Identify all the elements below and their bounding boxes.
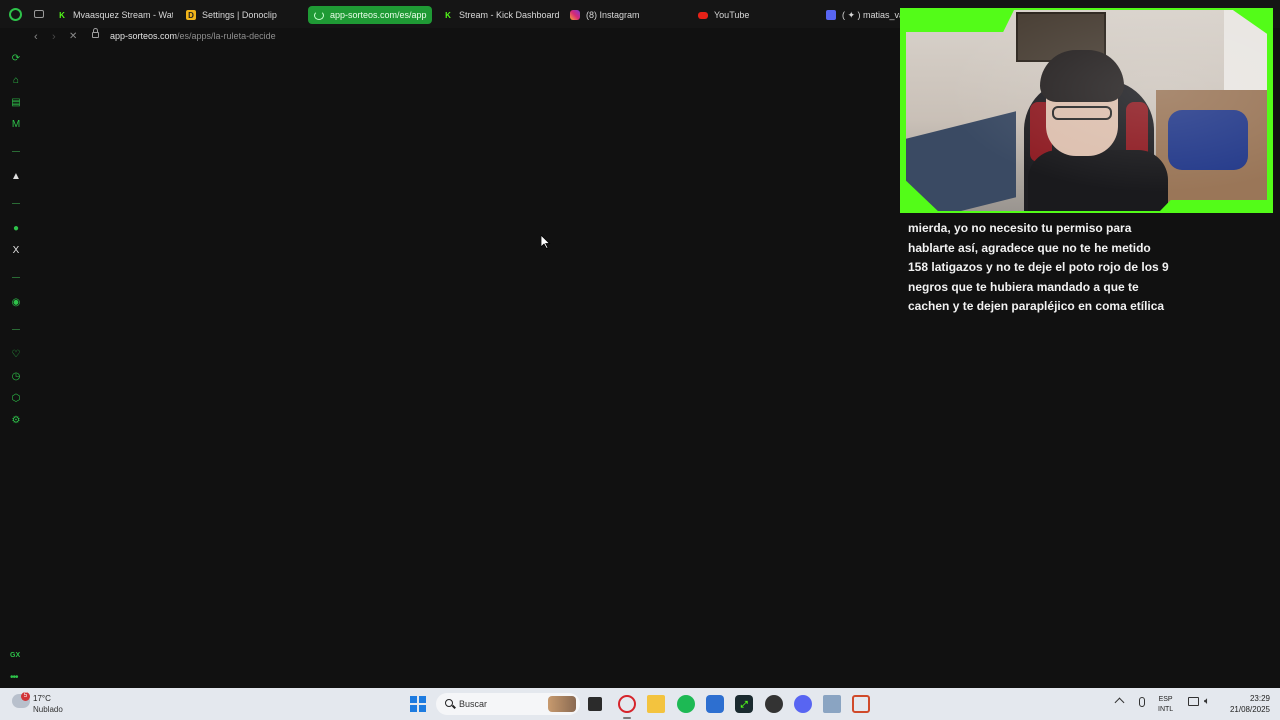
cursor-arrow-icon bbox=[540, 234, 551, 250]
search-icon bbox=[445, 699, 453, 707]
lock-icon[interactable] bbox=[92, 28, 99, 38]
chat-message-overlay: mierda, yo no necesito tu permiso para h… bbox=[908, 221, 1169, 313]
language-code: ESP bbox=[1158, 696, 1173, 703]
opera-gx-icon[interactable] bbox=[618, 695, 636, 713]
sidebar-divider bbox=[12, 329, 20, 330]
kick-icon: K bbox=[59, 10, 65, 20]
address-bar: ‹ › ✕ app-sorteos.com/es/apps/la-ruleta-… bbox=[28, 28, 900, 46]
player-icon[interactable]: ◉ bbox=[9, 295, 23, 309]
tab-matias-vas[interactable]: ( ✦ ) matias_vas bbox=[826, 6, 900, 24]
discord-icon[interactable] bbox=[794, 695, 812, 713]
files-icon[interactable] bbox=[647, 695, 665, 713]
calculator-icon[interactable] bbox=[823, 695, 841, 713]
keyboard-layout: INTL bbox=[1158, 706, 1174, 713]
sidebar: ⟳ ⌂ ▤ M ▲ ● X ◉ ♡ ◷ ⬡ ⚙ bbox=[0, 46, 32, 688]
microphone-icon[interactable] bbox=[1139, 697, 1145, 707]
stop-loading-button[interactable]: ✕ bbox=[69, 31, 77, 42]
tab-label: app-sorteos.com/es/app bbox=[330, 10, 427, 20]
sidebar-divider bbox=[12, 151, 20, 152]
heart-icon[interactable]: ♡ bbox=[9, 347, 23, 361]
refresh-icon[interactable]: ⟳ bbox=[9, 51, 23, 65]
tab-label: Settings | Donoclip bbox=[202, 10, 277, 20]
windows-icon[interactable] bbox=[410, 696, 426, 712]
url-field[interactable]: app-sorteos.com/es/apps/la-ruleta-decide bbox=[110, 31, 276, 41]
search-highlight-image bbox=[548, 696, 576, 712]
clock[interactable]: 23:29 21/08/2025 bbox=[1224, 693, 1270, 715]
tab-youtube[interactable]: YouTube bbox=[698, 6, 818, 24]
more-icon[interactable]: ••• bbox=[10, 672, 18, 683]
page-content bbox=[32, 46, 900, 688]
store-icon[interactable] bbox=[706, 695, 724, 713]
network-icon[interactable] bbox=[1188, 697, 1199, 706]
tab-label: YouTube bbox=[714, 10, 750, 20]
forward-button[interactable]: › bbox=[52, 31, 56, 43]
settings-icon[interactable]: ⚙ bbox=[9, 413, 23, 427]
instagram-icon bbox=[570, 10, 580, 20]
tab-instagram[interactable]: (8) Instagram bbox=[570, 6, 690, 24]
whatsapp-icon[interactable]: ● bbox=[9, 221, 23, 235]
taskbar-search[interactable]: Buscar bbox=[436, 693, 580, 715]
tab-label: Mvaasquez Stream - Wat bbox=[73, 10, 173, 20]
clock-time: 23:29 bbox=[1249, 694, 1270, 703]
flow-icon[interactable]: ⌂ bbox=[9, 73, 23, 87]
tab-label: (8) Instagram bbox=[586, 10, 640, 20]
clock-date: 21/08/2025 bbox=[1229, 705, 1270, 714]
x-icon[interactable]: X bbox=[9, 243, 23, 257]
weather-temperature: 17°C bbox=[33, 694, 51, 703]
snipping-icon[interactable] bbox=[852, 695, 870, 713]
url-host: app-sorteos.com bbox=[110, 31, 178, 41]
twitch-icon[interactable]: ▤ bbox=[9, 95, 23, 109]
spotify-icon[interactable] bbox=[677, 695, 695, 713]
frame-accent bbox=[1160, 200, 1267, 211]
tab-label: Stream - Kick Dashboard bbox=[459, 10, 560, 20]
tab-donoclip-settings[interactable]: D Settings | Donoclip bbox=[186, 6, 300, 24]
frame-accent bbox=[906, 10, 1014, 32]
language-indicator[interactable]: ESP INTL bbox=[1158, 695, 1173, 715]
taskbar: 5 17°C Nublado Buscar ⤢ ESP INTL 🔈︎ 23:2… bbox=[0, 688, 1280, 720]
lighting bbox=[906, 10, 1267, 211]
kick-studio-icon[interactable]: ⤢ bbox=[735, 695, 753, 713]
loading-icon bbox=[314, 10, 324, 20]
volume-icon[interactable]: 🔈︎ bbox=[1204, 696, 1210, 707]
mail-icon[interactable]: M bbox=[9, 117, 23, 131]
opera-gx-menu-icon[interactable] bbox=[9, 8, 22, 21]
back-button[interactable]: ‹ bbox=[34, 31, 38, 43]
sidebar-divider bbox=[12, 203, 20, 204]
tab-mvaasquez-stream[interactable]: K Mvaasquez Stream - Wat bbox=[57, 6, 173, 24]
tab-kick-dashboard[interactable]: K Stream - Kick Dashboard bbox=[443, 6, 563, 24]
kick-icon: K bbox=[445, 10, 451, 20]
url-path: /es/apps/la-ruleta-decide bbox=[177, 31, 276, 41]
discord-icon bbox=[826, 10, 836, 20]
sidebar-divider bbox=[12, 277, 20, 278]
weather-condition: Nublado bbox=[33, 705, 63, 714]
gx-label[interactable]: GX bbox=[10, 652, 20, 659]
notification-badge: 5 bbox=[21, 692, 30, 701]
tab-label: ( ✦ ) matias_vas bbox=[842, 9, 900, 20]
active-app-indicator bbox=[623, 717, 631, 719]
tab-app-sorteos[interactable]: app-sorteos.com/es/app bbox=[308, 6, 432, 24]
history-icon[interactable]: ◷ bbox=[9, 369, 23, 383]
tab-overview-icon[interactable] bbox=[34, 10, 44, 18]
youtube-icon bbox=[698, 11, 708, 19]
artstation-icon[interactable]: ▲ bbox=[9, 169, 23, 183]
screen: K Mvaasquez Stream - Wat D Settings | Do… bbox=[0, 0, 1280, 720]
donoclip-icon: D bbox=[186, 10, 196, 20]
mouse-cursor bbox=[540, 234, 551, 250]
obs-icon[interactable] bbox=[765, 695, 783, 713]
extensions-icon[interactable]: ⬡ bbox=[9, 391, 23, 405]
search-label: Buscar bbox=[459, 699, 488, 709]
terminal-icon[interactable] bbox=[588, 697, 602, 711]
chevron-up-icon[interactable] bbox=[1114, 697, 1125, 708]
webcam-video bbox=[906, 10, 1267, 211]
